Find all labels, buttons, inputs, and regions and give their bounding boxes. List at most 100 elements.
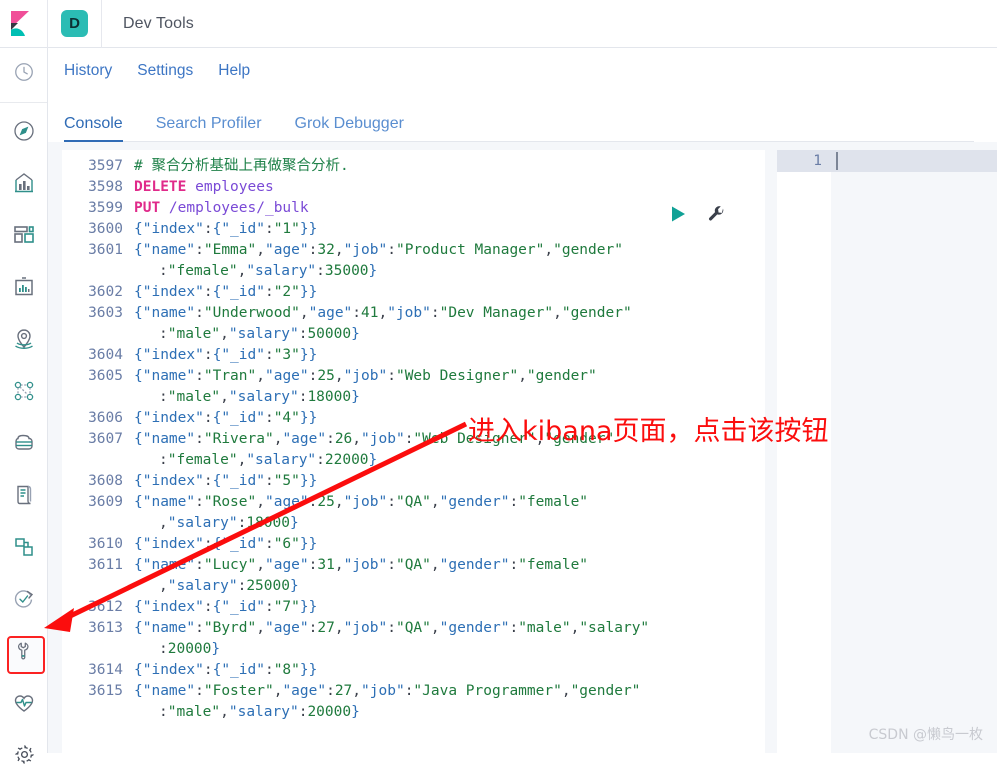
uptime-icon [12, 587, 36, 616]
compass-icon [12, 119, 36, 148]
editor-code-line[interactable]: ,"salary":25000} [134, 576, 765, 597]
editor-code-line[interactable]: {"index":{"_id":"6"}} [134, 534, 765, 555]
infrastructure-icon [12, 535, 36, 564]
editor-line-number: 3601 [88, 242, 123, 258]
clock-icon [13, 61, 35, 88]
menu-item-history[interactable]: History [64, 62, 112, 80]
sidebar-item-dev-tools[interactable] [0, 627, 48, 679]
output-gutter: 1 [777, 150, 831, 753]
editor-line-number: 3607 [88, 431, 123, 447]
editor-line-number: 3602 [88, 284, 123, 300]
sidebar-item-graph[interactable] [0, 367, 48, 419]
sidebar-item-maps[interactable] [0, 315, 48, 367]
editor-code-line[interactable]: :"female","salary":22000} [134, 450, 765, 471]
editor-line-number: 3615 [88, 683, 123, 699]
gear-icon [13, 743, 36, 771]
sidebar-item-machine-learning[interactable] [0, 419, 48, 471]
editor-line-number-blank [62, 450, 132, 471]
editor-line-number: 3614 [88, 662, 123, 678]
editor-code-line[interactable]: {"name":"Lucy","age":31,"job":"QA","gend… [134, 555, 765, 576]
editor-line-number: 3600 [88, 221, 123, 237]
editor-line-number: 3604 [88, 347, 123, 363]
editor-code-line[interactable]: {"name":"Foster","age":27,"job":"Java Pr… [134, 681, 765, 702]
editor-code-line[interactable]: {"index":{"_id":"5"}} [134, 471, 765, 492]
editor-line-number-blank [62, 387, 132, 408]
sidebar-item-discover[interactable] [0, 107, 48, 159]
wrench-icon[interactable] [707, 205, 726, 224]
response-editor[interactable]: 1 [777, 150, 997, 753]
editor-line-number: 3603 [88, 305, 123, 321]
annotation-text: 进入kibana页面，点击该按钮 [468, 416, 829, 447]
editor-code-line[interactable]: :"female","salary":35000} [134, 261, 765, 282]
header-divider-2 [101, 0, 102, 48]
rail-divider [0, 102, 47, 103]
editor-code-line[interactable]: DELETE employees [134, 177, 765, 198]
visualize-chart-icon [12, 171, 36, 200]
kibana-logo[interactable] [6, 9, 36, 39]
editor-line-number: 3612 [88, 599, 123, 615]
editor-code-line[interactable]: ,"salary":18000} [134, 513, 765, 534]
editor-code-line[interactable]: {"index":{"_id":"2"}} [134, 282, 765, 303]
request-editor[interactable]: 3597 3598 3599 3600 3601 3602 3603 3604 3605 3… [62, 150, 765, 753]
dashboard-icon [12, 223, 36, 252]
graph-icon [12, 379, 36, 408]
app-badge: D [61, 10, 88, 37]
editor-line-number-blank [62, 261, 132, 282]
editor-code-line[interactable]: :20000} [134, 639, 765, 660]
editor-line-number-blank [62, 702, 132, 723]
editor-code[interactable]: # 聚合分析基础上再做聚合分析. DELETE employees PUT /emp… [132, 150, 765, 753]
tab-grok-debugger[interactable]: Grok Debugger [295, 115, 404, 142]
editor-code-line[interactable]: :"male","salary":18000} [134, 387, 765, 408]
sidebar-item-infrastructure[interactable] [0, 523, 48, 575]
logs-icon [12, 483, 36, 512]
sidebar-item-management[interactable] [0, 731, 48, 783]
menu-item-help[interactable]: Help [218, 62, 250, 80]
editor-code-line[interactable]: {"index":{"_id":"7"}} [134, 597, 765, 618]
editor-line-number-blank [62, 513, 132, 534]
machine-learning-icon [12, 431, 36, 460]
editor-line-number: 3598 [88, 179, 123, 195]
editor-code-line[interactable]: {"name":"Byrd","age":27,"job":"QA","gend… [134, 618, 765, 639]
sidebar-item-visualize[interactable] [0, 159, 48, 211]
editor-line-number: 3613 [88, 620, 123, 636]
page-title: Dev Tools [123, 14, 194, 32]
editor-line-number: 3606 [88, 410, 123, 426]
app-header: D Dev Tools [0, 0, 997, 48]
play-icon[interactable] [668, 204, 688, 224]
editor-code-line[interactable]: :"male","salary":20000} [134, 702, 765, 723]
editor-line-number: 3597 [88, 158, 123, 174]
output-body[interactable] [831, 150, 997, 753]
editor-code-line[interactable]: {"name":"Tran","age":25,"job":"Web Desig… [134, 366, 765, 387]
primary-nav-rail [0, 48, 48, 764]
editor-code-line[interactable]: # 聚合分析基础上再做聚合分析. [134, 156, 765, 177]
editor-line-number: 3608 [88, 473, 123, 489]
text-caret [836, 152, 838, 170]
sidebar-item-logs[interactable] [0, 471, 48, 523]
editor-line-number: 3611 [88, 557, 123, 573]
canvas-icon [12, 275, 36, 304]
editor-code-line[interactable]: :"male","salary":50000} [134, 324, 765, 345]
editor-code-line[interactable]: {"name":"Emma","age":32,"job":"Product M… [134, 240, 765, 261]
editor-code-line[interactable]: {"name":"Underwood","age":41,"job":"Dev … [134, 303, 765, 324]
monitoring-heart-icon [12, 691, 36, 720]
sidebar-item-canvas[interactable] [0, 263, 48, 315]
output-active-line [831, 150, 997, 172]
output-line-number: 1 [777, 150, 831, 172]
editor-line-number: 3610 [88, 536, 123, 552]
sidebar-item-recently-viewed[interactable] [0, 48, 48, 100]
watermark: CSDN @懒鸟一枚 [868, 727, 983, 743]
tab-console[interactable]: Console [64, 115, 123, 142]
maps-icon [12, 327, 36, 356]
sidebar-item-dashboard[interactable] [0, 211, 48, 263]
sidebar-item-uptime[interactable] [0, 575, 48, 627]
sidebar-item-monitoring[interactable] [0, 679, 48, 731]
editor-line-number: 3599 [88, 200, 123, 216]
menu-item-settings[interactable]: Settings [137, 62, 193, 80]
editor-code-line[interactable]: {"index":{"_id":"8"}} [134, 660, 765, 681]
header-divider-1 [47, 0, 48, 48]
tab-search-profiler[interactable]: Search Profiler [156, 115, 262, 142]
editor-code-line[interactable]: {"name":"Rose","age":25,"job":"QA","gend… [134, 492, 765, 513]
tab-bar: Console Search Profiler Grok Debugger [48, 94, 997, 142]
editor-line-number-blank [62, 639, 132, 660]
editor-code-line[interactable]: {"index":{"_id":"3"}} [134, 345, 765, 366]
